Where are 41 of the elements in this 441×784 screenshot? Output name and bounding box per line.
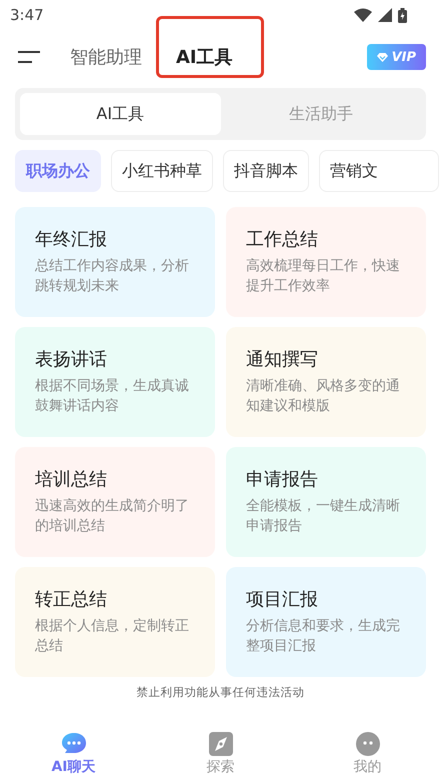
card-title: 培训总结 <box>35 468 108 491</box>
card-title: 年终汇报 <box>35 228 108 251</box>
diamond-icon <box>376 52 388 62</box>
card-title: 工作总结 <box>246 228 319 251</box>
category-chip[interactable]: 抖音脚本 <box>223 150 309 192</box>
segment-tab[interactable]: AI工具 <box>20 93 220 135</box>
nav-tab[interactable]: AI聊天 <box>0 732 147 776</box>
card-description: 高效梳理每日工作，快速提升工作效率 <box>246 257 401 296</box>
card-description: 迅速高效的生成简介明了的培训总结 <box>35 497 190 536</box>
category-chip[interactable]: 营销文 <box>319 150 439 192</box>
card-description: 根据个人信息，定制转正总结 <box>35 617 190 656</box>
card-description: 总结工作内容成果，分析跳转规划未来 <box>35 257 190 296</box>
header-tab[interactable]: AI工具 <box>174 37 235 77</box>
card-title: 通知撰写 <box>246 348 319 371</box>
tool-card[interactable]: 转正总结 根据个人信息，定制转正总结 <box>15 567 215 677</box>
card-title: 表扬讲话 <box>35 348 108 371</box>
card-description: 根据不同场景，生成真诚鼓舞讲话内容 <box>35 377 190 416</box>
category-chip[interactable]: 小红书种草 <box>111 150 213 192</box>
signal-icon <box>378 8 392 22</box>
card-title: 项目汇报 <box>246 588 319 611</box>
chat-bubble-icon <box>60 732 86 756</box>
compass-icon <box>208 732 234 756</box>
tool-card[interactable]: 项目汇报 分析信息和要求，生成完整项目汇报 <box>226 567 426 677</box>
header-tab[interactable]: 智能助理 <box>68 37 144 77</box>
card-description: 分析信息和要求，生成完整项目汇报 <box>246 617 401 656</box>
battery-icon <box>398 8 407 22</box>
menu-icon[interactable] <box>18 50 40 64</box>
card-description: 全能模板，一键生成清晰申请报告 <box>246 497 401 536</box>
tool-card[interactable]: 通知撰写 清晰准确、风格多变的通知建议和模版 <box>226 327 426 437</box>
card-title: 转正总结 <box>35 588 108 611</box>
face-icon <box>354 732 380 756</box>
tool-card[interactable]: 培训总结 迅速高效的生成简介明了的培训总结 <box>15 447 215 557</box>
wifi-icon <box>354 8 372 22</box>
tool-card[interactable]: 申请报告 全能模板，一键生成清晰申请报告 <box>226 447 426 557</box>
card-description: 清晰准确、风格多变的通知建议和模版 <box>246 377 401 416</box>
tool-card[interactable]: 表扬讲话 根据不同场景，生成真诚鼓舞讲话内容 <box>15 327 215 437</box>
card-title: 申请报告 <box>246 468 319 491</box>
tool-card[interactable]: 工作总结 高效梳理每日工作，快速提升工作效率 <box>226 207 426 317</box>
tool-card[interactable]: 年终汇报 总结工作内容成果，分析跳转规划未来 <box>15 207 215 317</box>
status-time: 3:47 <box>10 6 44 24</box>
notice-text: 禁止利用功能从事任何违法活动 <box>136 685 306 700</box>
